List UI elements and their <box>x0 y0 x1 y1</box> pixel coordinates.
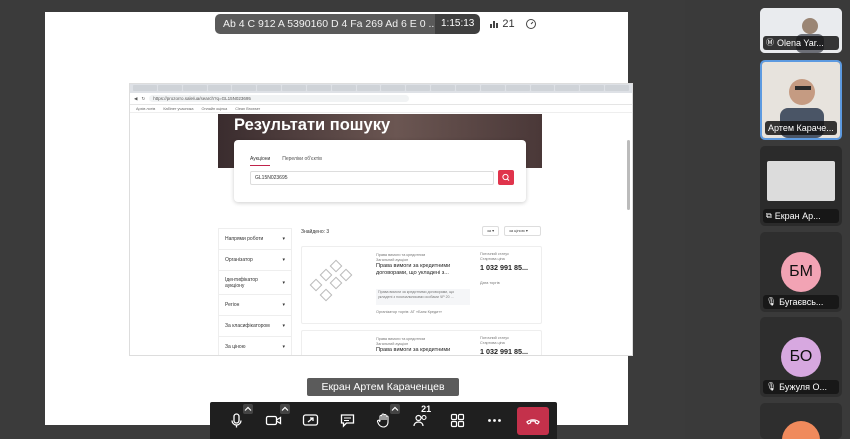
more-button[interactable] <box>476 402 513 439</box>
chevron-down-icon: ▾ <box>282 257 285 263</box>
participant-tile[interactable] <box>760 403 842 439</box>
host-icon: Ⓜ <box>766 38 774 47</box>
search-card: Аукціони Переліки об'єктів GL15N023695 <box>234 140 526 202</box>
bookmark-item[interactable]: Clean Browser <box>235 107 260 111</box>
tab-auctions[interactable]: Аукціони <box>250 156 271 166</box>
results-count: Знайдено: 3 <box>301 229 330 235</box>
sort-select[interactable]: за ▾ <box>482 226 500 236</box>
screen-share-label: Екран Артем Караченцев <box>307 378 459 396</box>
call-controls: 21 <box>210 402 557 439</box>
lot-price-label: Стартова ціна <box>480 341 505 345</box>
chat-button[interactable] <box>329 402 366 439</box>
bookmark-item[interactable]: Онлайн оцінка <box>202 107 228 111</box>
lot-organizer: Організатор торгів: АТ «Банк Кредит» <box>376 310 443 314</box>
participant-tile[interactable]: БО 🎙 Бужуля О... <box>760 317 842 397</box>
participant-name: 🎙 Бужуля О... <box>763 380 839 394</box>
reload-icon[interactable]: ↻ <box>141 96 145 102</box>
lot-placeholder-icon <box>309 259 353 302</box>
page-title: Результати пошуку <box>234 116 391 134</box>
camera-button[interactable] <box>255 402 292 439</box>
raise-hand-button[interactable] <box>365 402 402 439</box>
meeting-info-bar: Ab 4 C 912 A 5390160 D 4 Fa 269 Ad 6 E 0… <box>215 14 539 34</box>
address-bar[interactable]: ◀ ↻ https://prozorro.sale/ua/search?q=GL… <box>130 93 632 105</box>
participants-button[interactable]: 21 <box>402 402 439 439</box>
lot-card[interactable]: Права вимоги та кредитним Загальний аукці… <box>301 246 542 324</box>
participant-name: 🎙 Бугаєвсь... <box>763 295 839 309</box>
chat-icon <box>340 414 354 428</box>
chevron-down-icon: ▾ <box>282 279 285 286</box>
chevron-up-icon[interactable] <box>242 404 253 414</box>
filter-item[interactable]: Ідентифікатор аукціону ▾ <box>219 271 291 295</box>
lot-price: 1 032 991 85... <box>480 263 528 272</box>
meeting-title: Ab 4 C 912 A 5390160 D 4 Fa 269 Ad 6 E 0… <box>215 14 435 34</box>
lot-card[interactable]: Права вимоги та кредитним Загальний аукці… <box>301 330 542 356</box>
browser-tabs[interactable] <box>130 84 632 93</box>
avatar <box>782 421 820 439</box>
phone-hangup-icon <box>526 418 540 425</box>
grid-icon <box>450 413 465 428</box>
participant-name: Артем Караче... <box>765 121 837 135</box>
filter-item[interactable]: За класифікатором ▾ <box>219 316 291 337</box>
participant-tile[interactable]: БМ 🎙 Бугаєвсь... <box>760 232 842 312</box>
meeting-timer: 1:15:13 <box>435 14 481 34</box>
screen-share-icon: ⧉ <box>766 211 772 220</box>
participants-counter[interactable]: 21 <box>484 14 520 34</box>
browser-window: ◀ ↻ https://prozorro.sale/ua/search?q=GL… <box>129 83 633 356</box>
avatar: БО <box>781 337 821 377</box>
lot-meta: Права вимоги та кредитним Загальний аукці… <box>376 253 426 262</box>
chevron-down-icon: ▾ <box>282 323 285 329</box>
bookmark-item[interactable]: Архів лотів <box>136 107 155 111</box>
lot-price-label: Стартова ціна <box>480 257 505 261</box>
lot-title[interactable]: Права вимоги за кредитними договорами <box>376 347 472 355</box>
mic-off-icon: 🎙 <box>766 297 777 306</box>
lot-title[interactable]: Права вимоги за кредитними договорами, щ… <box>376 263 472 277</box>
lot-price: 1 032 991 85... <box>480 347 528 356</box>
filter-item[interactable]: Напрями роботи ▾ <box>219 229 291 250</box>
filter-item[interactable]: За ціною ▾ <box>219 337 291 355</box>
participants-badge: 21 <box>421 404 432 414</box>
lot-date-label: Дата торгів <box>480 281 500 285</box>
filter-item[interactable]: Регіон ▾ <box>219 295 291 316</box>
layout-button[interactable] <box>439 402 476 439</box>
bookmarks-bar: Архів лотів Кабінет учасника Онлайн оцін… <box>130 105 632 113</box>
tab-object-lists[interactable]: Переліки об'єктів <box>282 156 322 166</box>
more-icon <box>488 419 501 422</box>
chevron-down-icon: ▾ <box>282 236 285 242</box>
meeting-stage: ◀ ↻ https://prozorro.sale/ua/search?q=GL… <box>0 0 850 439</box>
participant-tile[interactable]: ⧉ Екран Ар... <box>760 146 842 226</box>
chevron-up-icon[interactable] <box>279 404 290 414</box>
url-field[interactable]: https://prozorro.sale/ua/search?q=GL15N0… <box>149 95 410 102</box>
search-icon <box>502 173 510 181</box>
people-icon <box>413 414 427 427</box>
page-scrollbar[interactable] <box>627 140 630 210</box>
sort-price-select[interactable]: за ціною ▾ <box>504 226 541 236</box>
bookmark-item[interactable]: Кабінет учасника <box>163 107 193 111</box>
lot-meta: Права вимоги та кредитним Загальний аукці… <box>376 337 426 346</box>
search-input[interactable]: GL15N023695 <box>250 171 494 185</box>
microphone-button[interactable] <box>218 402 255 439</box>
filter-item[interactable]: Організатор ▾ <box>219 250 291 271</box>
mic-off-icon: 🎙 <box>766 382 777 391</box>
lot-description: Права вимоги за кредитними договорами, щ… <box>376 289 470 305</box>
chevron-up-icon[interactable] <box>390 404 401 414</box>
avatar: БМ <box>781 252 821 292</box>
chevron-down-icon: ▾ <box>282 302 285 308</box>
shared-screen: ◀ ↻ https://prozorro.sale/ua/search?q=GL… <box>45 12 633 425</box>
participant-tile[interactable]: Ⓜ Olena Yar... <box>760 8 842 53</box>
speedometer-icon[interactable] <box>523 14 539 34</box>
share-screen-button[interactable] <box>292 402 329 439</box>
participant-name: Ⓜ Olena Yar... <box>763 36 839 50</box>
chevron-down-icon: ▾ <box>282 344 285 350</box>
filters-panel: Напрями роботи ▾ Організатор ▾ Ідентифікат… <box>218 228 292 355</box>
participant-tile[interactable]: Артем Караче... <box>760 60 842 140</box>
bar-chart-icon <box>490 21 499 28</box>
hang-up-button[interactable] <box>516 406 550 435</box>
share-screen-icon <box>302 414 318 426</box>
search-button[interactable] <box>498 170 514 185</box>
back-icon[interactable]: ◀ <box>134 96 137 102</box>
screen-preview <box>767 161 835 201</box>
participant-name: ⧉ Екран Ар... <box>763 209 839 223</box>
